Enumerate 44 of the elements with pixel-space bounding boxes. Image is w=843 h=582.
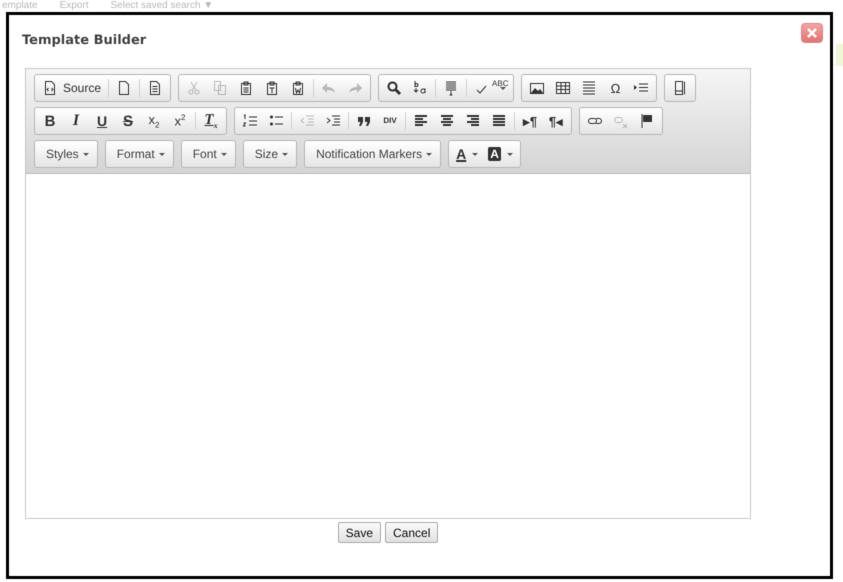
toolbar-button[interactable]: Ω <box>602 76 628 100</box>
close-icon <box>807 28 817 38</box>
align-right-icon <box>465 113 481 129</box>
toolbar-button[interactable]: Source <box>37 76 106 100</box>
copy-icon <box>212 80 228 96</box>
toolbar-button[interactable]: T$_{x}$ <box>198 109 224 133</box>
dropdown-button[interactable]: Size <box>242 140 298 168</box>
toolbar-button[interactable]: B <box>37 109 63 133</box>
toolbar-button[interactable]: ABC <box>469 76 512 100</box>
background-text: Select saved search ▼ <box>110 0 214 12</box>
search-icon <box>386 80 402 96</box>
horizontal-lines-icon <box>581 80 598 96</box>
redo-icon <box>347 80 364 96</box>
toolbar-button[interactable]: DIV <box>377 109 403 133</box>
justify-icon <box>491 113 507 129</box>
numbered-list-icon <box>242 113 258 129</box>
dialog-button[interactable]: Cancel <box>385 522 438 543</box>
toolbar-button[interactable]: A <box>451 142 484 166</box>
background-text: Export <box>60 0 88 12</box>
dropdown-button[interactable]: Notification Markers <box>304 140 442 168</box>
background-text: emplate <box>2 0 38 12</box>
dropdown-button[interactable]: Styles <box>34 140 98 168</box>
dropdown-button[interactable]: Font <box>180 140 236 168</box>
toolbar-button[interactable]: A <box>483 142 518 166</box>
replace-icon <box>412 80 428 96</box>
image-icon <box>529 80 546 96</box>
toolbar-button[interactable]: ▸¶ <box>517 109 543 133</box>
table-icon <box>555 80 572 96</box>
toolbar-button[interactable]: I <box>63 109 89 133</box>
toolbar-button[interactable]: S <box>115 109 141 133</box>
flag-icon <box>639 113 655 129</box>
align-left-icon <box>413 113 429 129</box>
dropdown-button[interactable]: Format <box>104 140 174 168</box>
toolbar-button[interactable]: x$^{2}$ <box>167 109 193 133</box>
toolbar-button[interactable]: x$_{2}$ <box>141 109 167 133</box>
background-panel <box>836 44 843 66</box>
document-code-icon <box>42 80 58 96</box>
dialog-title: Template Builder <box>22 33 146 48</box>
dialog-button[interactable]: Save <box>338 522 381 543</box>
close-button[interactable] <box>801 23 823 43</box>
toolbar-button[interactable]: U <box>89 109 115 133</box>
toolbar-button[interactable]: ¶◂ <box>543 109 569 133</box>
align-center-icon <box>439 113 455 129</box>
scissors-icon <box>186 80 202 96</box>
